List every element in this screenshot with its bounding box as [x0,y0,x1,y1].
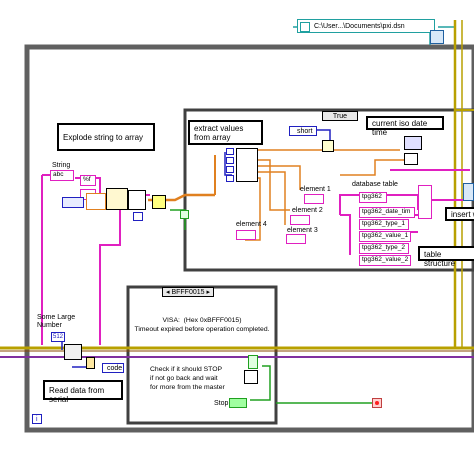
type-cast-node[interactable] [322,140,334,152]
comment-extract: extract values from array [188,120,263,145]
string-control[interactable]: abc [50,170,74,181]
stop-boolean[interactable] [229,398,247,408]
compare-node[interactable] [152,195,166,209]
array-constant[interactable] [86,193,106,210]
stop-description-text: Check if it should STOP if not go back a… [150,366,225,391]
case-selector-error-label: ◂ BFFF0015 ▸ [166,289,210,296]
path-icon [300,22,310,32]
case-index-terminal[interactable] [248,355,258,369]
index-constant-1[interactable] [226,157,234,164]
loop-iteration-label: i [36,416,38,423]
numeric-constant[interactable] [62,197,84,208]
array-size-node[interactable] [128,190,146,210]
table-row-2[interactable]: tpg362_type_1 [359,219,409,230]
table-row-1[interactable]: tpg362_date_tim [359,207,415,218]
comment-iso: current iso date time [366,116,444,137]
visa-read-node[interactable] [64,344,82,360]
label-element1: element 1 [300,186,331,193]
table-row-5[interactable]: tpg362_value_2 [359,255,411,266]
table-row-0[interactable]: tpg362 [359,192,387,203]
element2-indicator [290,215,310,225]
format-code-f[interactable]: %f [80,175,96,186]
label-stop: Stop [214,400,229,407]
label-element4: element 4 [236,221,267,228]
string-icon: abc [53,171,64,178]
element1-indicator [304,194,324,204]
spreadsheet-to-array-node[interactable] [106,188,128,210]
datetime-node[interactable] [404,136,422,150]
path-value: C:\User...\Documents\pxi.dsn [314,23,405,30]
comment-read-serial: Read data from serial [43,380,123,404]
format-datetime-node[interactable] [404,153,418,165]
element4-indicator [236,230,256,240]
db-insert-node[interactable] [463,183,474,201]
visa-error-text: VISA: (Hex 0xBFFF0015) Timeout expired b… [134,317,270,333]
numeric-zero[interactable] [133,212,143,221]
case-selector-true[interactable]: True [322,111,358,121]
comment-explode: Explode string to array [57,123,155,151]
label-database-table: database table [352,181,398,188]
build-array-node[interactable] [418,185,432,219]
stop-terminal[interactable] [372,398,382,408]
table-row-3[interactable]: tpg362_value_1 [359,231,411,242]
db-open-node[interactable] [430,30,444,44]
case-selector-label: True [332,113,348,120]
error-unbundle-node[interactable] [86,357,95,369]
short-label: short [297,128,313,135]
comment-insert: insert w [445,207,474,221]
label-some-large-number: Some Large Number [37,314,76,329]
case-selector-terminal[interactable] [180,210,189,219]
code-indicator: code [102,363,124,373]
index-constant-2[interactable] [226,166,234,173]
index-array-node[interactable] [236,148,258,182]
or-node[interactable] [244,370,258,384]
label-string: String [52,162,71,169]
code-label: code [107,365,123,372]
comment-table-structure: table structure [418,246,474,268]
loop-iteration-terminal: i [32,414,42,424]
label-element3: element 3 [287,227,318,234]
table-row-4[interactable]: tpg362_type_2 [359,243,409,254]
path-constant[interactable]: C:\User...\Documents\pxi.dsn [297,19,435,33]
index-constant-3[interactable] [226,175,234,182]
label-element2: element 2 [292,207,323,214]
stop-icon [375,401,379,405]
element3-indicator [286,234,306,244]
case-selector-error[interactable]: ◂ BFFF0015 ▸ [162,287,214,297]
short-constant[interactable]: short [289,126,317,136]
large-number-constant[interactable]: 512 [51,332,65,342]
index-constant-0[interactable] [226,148,234,155]
large-number-value: 512 [53,334,64,340]
